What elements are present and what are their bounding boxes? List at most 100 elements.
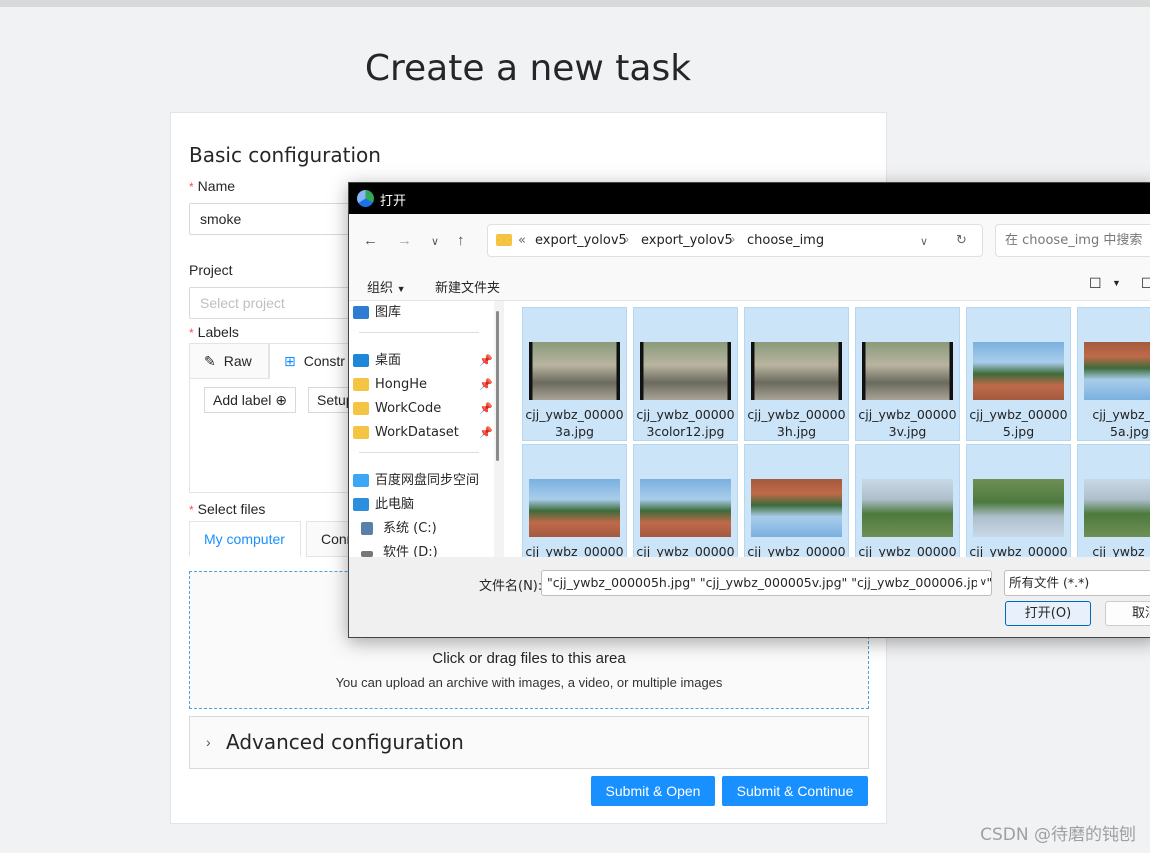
- refresh-icon[interactable]: ↻: [956, 233, 967, 248]
- cancel-button[interactable]: 取消: [1105, 601, 1150, 626]
- pin-icon: 📌: [479, 426, 493, 439]
- recent-dropdown-icon[interactable]: ∨: [431, 235, 439, 248]
- forward-arrow-icon[interactable]: →: [397, 232, 412, 249]
- sidebar-gallery-label: 图库: [375, 305, 402, 320]
- view-dropdown-icon[interactable]: ▼: [1112, 278, 1121, 288]
- advanced-configuration-label: Advanced configuration: [226, 730, 464, 754]
- file-name: cjj_ywbz_00000: [967, 543, 1070, 557]
- file-name-line: 5a.jpg: [1110, 424, 1149, 439]
- tab-raw[interactable]: ✎ Raw: [189, 343, 269, 379]
- filename-input[interactable]: "cjj_ywbz_000005h.jpg" "cjj_ywbz_000005v…: [541, 570, 992, 596]
- file-name: cjj_ywbz_00 5a.jpg: [1078, 406, 1150, 440]
- address-dropdown-icon[interactable]: ∨: [920, 235, 928, 248]
- view-icon[interactable]: ☐: [1089, 275, 1102, 292]
- file-open-dialog: 打开 ← → ∨ ↑ « export_yolov5 › export_yolo…: [348, 182, 1150, 638]
- sidebar-workdataset-label: WorkDataset: [375, 425, 459, 440]
- add-label-button[interactable]: Add label ⊕: [204, 387, 297, 413]
- address-bar[interactable]: « export_yolov5 › export_yolov5 › choose…: [487, 224, 983, 257]
- name-label-text: Name: [197, 178, 236, 194]
- dialog-footer: 文件名(N): "cjj_ywbz_000005h.jpg" "cjj_ywbz…: [349, 557, 1150, 637]
- image-thumbnail: [529, 342, 620, 400]
- desktop-icon: [353, 354, 369, 367]
- breadcrumb-export-yolov5[interactable]: export_yolov5: [535, 233, 627, 248]
- image-thumbnail: [1084, 479, 1150, 537]
- image-thumbnail: [862, 479, 953, 537]
- submit-open-button[interactable]: Submit & Open: [591, 776, 715, 806]
- chevron-down-icon[interactable]: ∨: [976, 571, 987, 595]
- file-item[interactable]: cjj_ywbz_00000: [744, 444, 849, 557]
- image-thumbnail: [973, 479, 1064, 537]
- breadcrumb-overflow[interactable]: «: [518, 233, 526, 248]
- file-item[interactable]: cjj_ywbz_00000 5.jpg: [966, 307, 1071, 441]
- image-thumbnail: [640, 479, 731, 537]
- back-arrow-icon[interactable]: ←: [363, 232, 378, 249]
- sidebar-drive-c-label: 系统 (C:): [383, 521, 437, 536]
- image-thumbnail: [751, 342, 842, 400]
- file-name-line: cjj_ywbz_00: [1092, 407, 1150, 422]
- plus-circle-icon: ⊕: [275, 392, 288, 408]
- file-item[interactable]: cjj_ywbz_00000: [522, 444, 627, 557]
- sidebar-item-workdataset[interactable]: WorkDataset 📌: [353, 422, 493, 444]
- new-folder-button[interactable]: 新建文件夹: [435, 277, 500, 296]
- caret-down-icon: ▼: [396, 284, 406, 294]
- filename-value: "cjj_ywbz_000005h.jpg" "cjj_ywbz_000005v…: [547, 575, 992, 590]
- constructor-icon: ⊞: [284, 353, 296, 369]
- dropzone-title: Click or drag files to this area: [432, 650, 626, 667]
- select-files-text: Select files: [197, 501, 266, 517]
- tab-constructor[interactable]: ⊞ Constr: [269, 343, 359, 379]
- select-files-label: * Select files: [189, 501, 265, 517]
- sidebar-item-honghe[interactable]: HongHe 📌: [353, 374, 493, 396]
- file-name-line: 5.jpg: [1002, 424, 1035, 439]
- labels-label-text: Labels: [197, 324, 239, 340]
- submit-continue-button[interactable]: Submit & Continue: [722, 776, 868, 806]
- pin-icon: 📌: [479, 378, 493, 391]
- file-name: cjj_ywbz_00: [1078, 543, 1150, 557]
- file-name-line: 3a.jpg: [555, 424, 594, 439]
- sidebar-desktop-label: 桌面: [375, 353, 402, 368]
- image-thumbnail: [529, 479, 620, 537]
- sidebar-item-desktop[interactable]: 桌面 📌: [353, 350, 493, 372]
- advanced-configuration-panel[interactable]: › Advanced configuration: [189, 716, 869, 769]
- file-item[interactable]: cjj_ywbz_00000: [633, 444, 738, 557]
- file-item[interactable]: cjj_ywbz_00000 3color12.jpg: [633, 307, 738, 441]
- preview-pane-icon[interactable]: ☐: [1141, 275, 1150, 292]
- pin-icon: 📌: [479, 354, 493, 367]
- dialog-toolbar: 组织 ▼ 新建文件夹 ☐ ▼ ☐: [349, 270, 1150, 301]
- open-button[interactable]: 打开(O): [1005, 601, 1091, 626]
- labels-label: * Labels: [189, 324, 239, 340]
- windows-drive-icon: [361, 522, 373, 535]
- dropzone-hint: You can upload an archive with images, a…: [335, 675, 723, 690]
- file-item[interactable]: cjj_ywbz_00000 3h.jpg: [744, 307, 849, 441]
- up-arrow-icon[interactable]: ↑: [457, 232, 465, 249]
- dialog-titlebar[interactable]: 打开: [349, 183, 1150, 214]
- section-title: Basic configuration: [189, 143, 381, 167]
- image-thumbnail: [973, 342, 1064, 400]
- sidebar-baidu-label: 百度网盘同步空间: [375, 473, 480, 488]
- filetype-select[interactable]: 所有文件 (*.*): [1004, 570, 1150, 596]
- sidebar-item-drive-c[interactable]: 系统 (C:): [361, 518, 437, 540]
- sidebar-item-workcode[interactable]: WorkCode 📌: [353, 398, 493, 420]
- sidebar-scrollbar[interactable]: [494, 301, 502, 557]
- file-item[interactable]: cjj_ywbz_00000 3a.jpg: [522, 307, 627, 441]
- file-item[interactable]: cjj_ywbz_00000: [855, 444, 960, 557]
- file-name-line: cjj_ywbz_00000: [525, 544, 624, 557]
- navigation-sidebar: 图库 桌面 📌 HongHe 📌 WorkCode 📌 WorkDataset 📌 百度…: [349, 301, 499, 560]
- scrollbar-thumb[interactable]: [496, 311, 499, 461]
- search-input[interactable]: 在 choose_img 中搜索: [995, 224, 1150, 257]
- file-name: cjj_ywbz_00000 3v.jpg: [856, 406, 959, 440]
- computer-icon: [353, 498, 369, 511]
- organize-menu[interactable]: 组织 ▼: [367, 277, 406, 296]
- file-item[interactable]: cjj_ywbz_00000 3v.jpg: [855, 307, 960, 441]
- breadcrumb-export-yolov5-2[interactable]: export_yolov5: [641, 233, 733, 248]
- sidebar-item-gallery[interactable]: 图库: [353, 302, 402, 324]
- file-item[interactable]: cjj_ywbz_00: [1077, 444, 1150, 557]
- file-name: cjj_ywbz_00000: [523, 543, 626, 557]
- file-item[interactable]: cjj_ywbz_00000: [966, 444, 1071, 557]
- file-item[interactable]: cjj_ywbz_00 5a.jpg: [1077, 307, 1150, 441]
- sidebar-item-this-pc[interactable]: 此电脑: [353, 494, 414, 516]
- add-label-text: Add label: [213, 392, 272, 408]
- sidebar-item-baidu[interactable]: 百度网盘同步空间: [353, 470, 480, 492]
- tab-my-computer[interactable]: My computer: [189, 521, 301, 557]
- file-name: cjj_ywbz_00000 3h.jpg: [745, 406, 848, 440]
- breadcrumb-choose-img[interactable]: choose_img: [747, 233, 824, 248]
